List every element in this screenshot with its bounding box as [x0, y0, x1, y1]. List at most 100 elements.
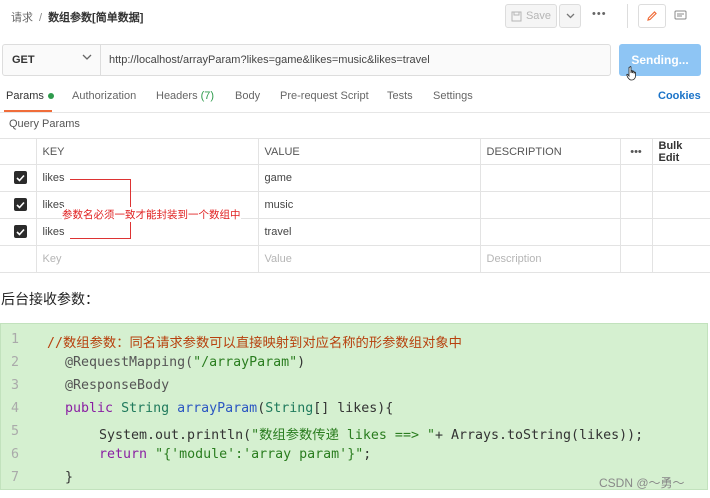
breadcrumb: 请求 / 数组参数[简单数据]	[11, 9, 143, 25]
row-extra-cell	[651, 245, 710, 273]
code-line: return "{'module':'array param'}";	[99, 447, 371, 462]
url-input[interactable]	[103, 45, 603, 75]
tab-settings[interactable]: Settings	[433, 90, 473, 102]
row-extra-cell	[619, 191, 653, 219]
code-text: System.out.println(	[99, 428, 252, 443]
code-annotation: @ResponseBody	[65, 378, 170, 393]
row-extra-cell	[619, 245, 653, 273]
tabs-divider	[0, 112, 710, 113]
edit-button[interactable]	[638, 4, 666, 28]
pencil-icon	[647, 11, 657, 21]
new-description-input[interactable]: Description	[479, 245, 621, 273]
tab-params-label: Params	[6, 90, 44, 102]
checkmark-icon	[16, 201, 25, 209]
code-text: ;	[363, 447, 372, 462]
row-checkbox[interactable]	[14, 171, 27, 185]
code-text: }	[65, 470, 74, 485]
code-string: "{'module':'array param'}"	[155, 447, 364, 462]
code-block: 1 2 3 4 5 6 7 //数组参数：同名请求参数可以直接映射到对应名称的形…	[0, 323, 708, 490]
table-more-button[interactable]: •••	[619, 138, 653, 165]
save-dropdown-button[interactable]	[559, 4, 581, 28]
row-checkbox[interactable]	[14, 198, 27, 212]
tab-tests[interactable]: Tests	[387, 90, 413, 102]
comment-button[interactable]	[668, 4, 692, 28]
code-annotation: @RequestMapping(	[65, 355, 194, 370]
tab-headers[interactable]: Headers (7)	[156, 90, 214, 102]
method-label: GET	[12, 54, 35, 66]
param-value[interactable]: music	[257, 191, 481, 219]
code-type: String	[121, 401, 170, 416]
code-string: "数组参数传递 likes ==> "	[251, 428, 435, 443]
param-value[interactable]: travel	[257, 218, 481, 246]
code-line: //数组参数：同名请求参数可以直接映射到对应名称的形参数组对象中	[47, 332, 462, 351]
save-icon	[511, 11, 522, 21]
code-line: public String arrayParam(String[] likes)…	[65, 401, 393, 416]
active-dot-icon	[47, 93, 54, 100]
tab-prerequest-script[interactable]: Pre-request Script	[280, 90, 369, 102]
line-number: 3	[11, 378, 20, 393]
row-checkbox-cell	[0, 245, 37, 273]
param-description[interactable]	[479, 218, 621, 246]
tab-headers-label: Headers	[156, 90, 198, 102]
bulk-edit-button[interactable]: Bulk Edit	[651, 138, 710, 165]
tab-authorization[interactable]: Authorization	[72, 90, 136, 102]
section-title: 后台接收参数：	[1, 291, 99, 307]
breadcrumb-separator: /	[39, 12, 43, 24]
param-description[interactable]	[479, 191, 621, 219]
save-button[interactable]: Save	[505, 4, 557, 28]
breadcrumb-current[interactable]: 数组参数[简单数据]	[48, 12, 143, 24]
chevron-down-icon	[82, 54, 92, 60]
top-bar: 请求 / 数组参数[简单数据] Save •••	[0, 0, 710, 34]
save-label: Save	[525, 10, 552, 22]
annotation-text: 参数名必须一致才能封装到一个数组中	[62, 207, 241, 222]
request-bar: GET	[2, 44, 611, 76]
code-text: + Arrays.toString(likes));	[434, 428, 644, 443]
code-line: }	[65, 470, 73, 485]
code-method-name: arrayParam	[177, 401, 258, 416]
code-type: String	[265, 401, 314, 416]
method-select[interactable]: GET	[3, 45, 101, 75]
line-number: 7	[11, 470, 20, 485]
row-extra-cell	[619, 218, 653, 246]
new-value-input[interactable]: Value	[257, 245, 481, 273]
line-number: 5	[11, 424, 20, 439]
header-value: VALUE	[257, 138, 481, 165]
checkmark-icon	[16, 228, 25, 236]
code-keyword: return	[99, 447, 148, 462]
request-tabs: Params Authorization Headers (7) Body Pr…	[0, 90, 710, 108]
new-key-input[interactable]: Key	[35, 245, 259, 273]
query-params-title: Query Params	[9, 118, 80, 130]
row-extra-cell	[651, 164, 710, 192]
header-description: DESCRIPTION	[479, 138, 621, 165]
table-header-row: KEY VALUE DESCRIPTION ••• Bulk Edit	[0, 138, 710, 165]
code-text: (	[257, 401, 266, 416]
param-value[interactable]: game	[257, 164, 481, 192]
chevron-down-icon	[566, 13, 574, 19]
tab-params[interactable]: Params	[6, 90, 54, 102]
row-extra-cell	[619, 164, 653, 192]
comment-icon	[674, 10, 686, 20]
code-keyword: public	[65, 401, 114, 416]
line-number: 2	[11, 355, 20, 370]
more-options-button[interactable]: •••	[592, 8, 607, 20]
hand-cursor-icon	[626, 66, 636, 81]
row-checkbox-cell	[0, 164, 37, 192]
header-checkbox-cell	[0, 138, 37, 165]
code-comment: //数组参数：同名请求参数可以直接映射到对应名称的形参数组对象中	[47, 336, 462, 351]
breadcrumb-parent[interactable]: 请求	[11, 12, 33, 24]
code-string: "/arrayParam"	[193, 355, 298, 370]
divider	[627, 4, 628, 28]
headers-count: (7)	[200, 90, 215, 102]
code-line: @RequestMapping("/arrayParam")	[65, 355, 305, 370]
csdn-watermark: CSDN @～勇～	[599, 476, 685, 490]
cookies-link[interactable]: Cookies	[658, 90, 701, 102]
tab-body[interactable]: Body	[235, 90, 260, 102]
table-row-new: Key Value Description	[0, 245, 710, 273]
line-number: 4	[11, 401, 20, 416]
row-checkbox[interactable]	[14, 225, 27, 239]
param-description[interactable]	[479, 164, 621, 192]
code-line: System.out.println("数组参数传递 likes ==> "+ …	[99, 424, 643, 443]
row-extra-cell	[651, 191, 710, 219]
line-number: 1	[11, 332, 20, 347]
header-key: KEY	[35, 138, 259, 165]
